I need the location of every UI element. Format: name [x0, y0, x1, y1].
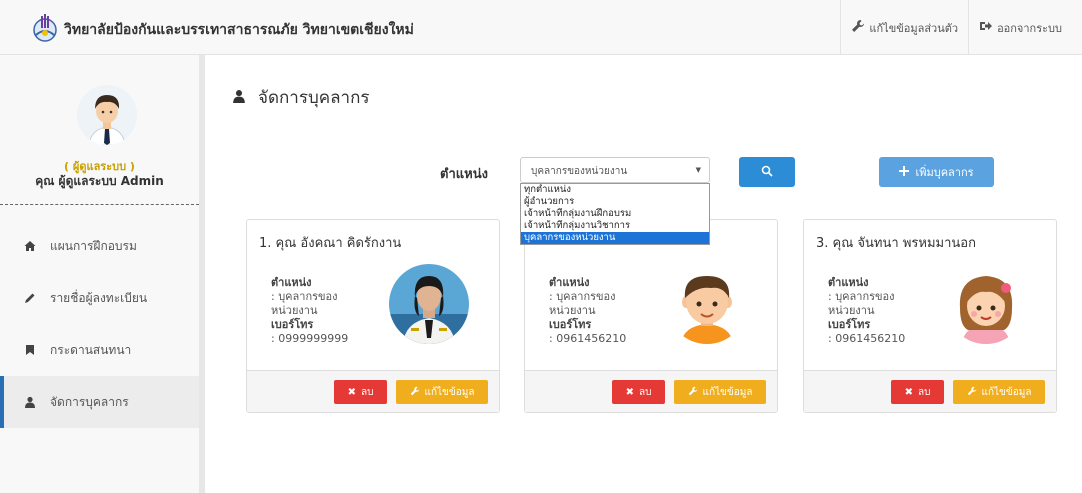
dropdown-option-selected[interactable]: บุคลากรของหน่วยงาน [521, 232, 709, 244]
staff-info: ตำแหน่ง : บุคลากรของ หน่วยงาน เบอร์โทร :… [271, 276, 401, 346]
phone-value: : 0961456210 [828, 332, 906, 345]
staff-card: 1. คุณ อังคณา คิดรักงาน ตำแหน่ง : บุคลาก… [246, 219, 500, 413]
staff-info: ตำแหน่ง : บุคลากรของ หน่วยงาน เบอร์โทร :… [828, 276, 958, 346]
search-button[interactable] [739, 157, 795, 187]
dropdown-option[interactable]: ผู้อำนวยการ [521, 196, 709, 208]
delete-button[interactable]: ✖ ลบ [891, 380, 944, 404]
dropdown-option[interactable]: เจ้าหน้าที่กลุ่มงานวิชาการ [521, 220, 709, 232]
staff-card: 3. คุณ จันทนา พรหมมานอก ตำแหน่ง : บุคลาก… [803, 219, 1057, 413]
plus-icon [899, 165, 910, 179]
delete-button[interactable]: ✖ ลบ [612, 380, 665, 404]
wrench-icon [688, 386, 698, 399]
card-footer: ✖ ลบ แก้ไขข้อมูล [804, 370, 1056, 412]
staff-card: ตำแหน่ง : บุคลากรของ หน่วยงาน เบอร์โทร :… [524, 219, 778, 413]
site-title: วิทยาลัยป้องกันและบรรเทาสาธารณภัย วิทยาเ… [64, 22, 414, 38]
sidebar-item-label: จัดการบุคลากร [50, 394, 129, 409]
delete-button[interactable]: ✖ ลบ [334, 380, 387, 404]
edit-profile-link[interactable]: แก้ไขข้อมูลส่วนตัว [841, 0, 968, 55]
user-icon [232, 88, 246, 108]
edit-button[interactable]: แก้ไขข้อมูล [674, 380, 766, 404]
search-icon [761, 165, 773, 180]
edit-label: แก้ไขข้อมูล [702, 386, 753, 398]
wrench-icon [410, 386, 420, 399]
delete-label: ลบ [360, 386, 374, 398]
sidebar-item-discussion-board[interactable]: กระดานสนทนา [0, 324, 199, 376]
close-icon: ✖ [347, 386, 356, 398]
staff-name: 1. คุณ อังคณา คิดรักงาน [259, 236, 402, 251]
logout-label: ออกจากระบบ [997, 21, 1062, 35]
staff-photo [389, 264, 469, 344]
wrench-icon [851, 19, 865, 36]
position-value-line2: หน่วยงาน [271, 304, 318, 317]
phone-value: : 0999999999 [271, 332, 349, 345]
admin-avatar [77, 85, 137, 145]
position-heading: ตำแหน่ง [549, 276, 590, 289]
wrench-icon [967, 386, 977, 399]
dropdown-option[interactable]: ทุกตำแหน่ง [521, 184, 709, 196]
add-staff-button[interactable]: เพิ่มบุคลากร [879, 157, 994, 187]
top-navbar: วิทยาลัยป้องกันและบรรเทาสาธารณภัย วิทยาเ… [0, 0, 1082, 55]
position-value-line1: : บุคลากรของ [828, 290, 895, 303]
close-icon: ✖ [904, 386, 913, 398]
dropdown-option[interactable]: เจ้าหน้าที่กลุ่มงานฝึกอบรม [521, 208, 709, 220]
edit-button[interactable]: แก้ไขข้อมูล [953, 380, 1045, 404]
sidebar-item-training-plan[interactable]: แผนการฝึกอบรม [0, 220, 199, 272]
logout-link[interactable]: ออกจากระบบ [969, 0, 1072, 55]
phone-heading: เบอร์โทร [549, 318, 592, 331]
close-icon: ✖ [625, 386, 634, 398]
staff-photo [667, 264, 747, 344]
staff-name: 3. คุณ จันทนา พรหมมานอก [816, 236, 976, 251]
position-heading: ตำแหน่ง [828, 276, 869, 289]
sidebar-item-manage-staff[interactable]: จัดการบุคลากร [0, 376, 199, 428]
sidebar-item-registrants[interactable]: รายชื่อผู้ลงทะเบียน [0, 272, 199, 324]
sidebar: ( ผู้ดูแลระบบ ) คุณ ผู้ดูแลระบบ Admin แผ… [0, 55, 205, 493]
user-name: คุณ ผู้ดูแลระบบ Admin [35, 174, 164, 188]
user-icon [24, 396, 36, 408]
delete-label: ลบ [638, 386, 652, 398]
sidebar-item-label: รายชื่อผู้ลงทะเบียน [50, 290, 148, 305]
delete-label: ลบ [917, 386, 931, 398]
sidebar-item-label: แผนการฝึกอบรม [50, 238, 137, 253]
sidebar-menu: แผนการฝึกอบรม รายชื่อผู้ลงทะเบียน กระดาน… [0, 220, 199, 428]
edit-button[interactable]: แก้ไขข้อมูล [396, 380, 488, 404]
position-value-line1: : บุคลากรของ [549, 290, 616, 303]
phone-heading: เบอร์โทร [271, 318, 314, 331]
position-dropdown-list: ทุกตำแหน่ง ผู้อำนวยการ เจ้าหน้าที่กลุ่มง… [520, 183, 710, 245]
phone-value: : 0961456210 [549, 332, 627, 345]
page-title-text: จัดการบุคลากร [258, 88, 370, 108]
card-footer: ✖ ลบ แก้ไขข้อมูล [247, 370, 499, 412]
position-filter-label: ตำแหน่ง [440, 167, 488, 182]
position-value-line1: : บุคลากรของ [271, 290, 338, 303]
college-logo [30, 13, 60, 43]
sidebar-item-label: กระดานสนทนา [50, 342, 132, 357]
position-select[interactable]: บุคลากรของหน่วยงาน ▼ [520, 157, 710, 183]
position-value-line2: หน่วยงาน [549, 304, 596, 317]
home-icon [24, 240, 36, 252]
phone-heading: เบอร์โทร [828, 318, 871, 331]
sign-out-icon [979, 19, 993, 36]
position-value-line2: หน่วยงาน [828, 304, 875, 317]
edit-profile-label: แก้ไขข้อมูลส่วนตัว [869, 21, 959, 35]
top-nav: แก้ไขข้อมูลส่วนตัว ออกจากระบบ [840, 0, 1072, 55]
card-footer: ✖ ลบ แก้ไขข้อมูล [525, 370, 777, 412]
page-title: จัดการบุคลากร [232, 84, 370, 111]
pencil-icon [24, 292, 36, 304]
caret-down-icon: ▼ [695, 166, 701, 174]
staff-info: ตำแหน่ง : บุคลากรของ หน่วยงาน เบอร์โทร :… [549, 276, 679, 346]
position-heading: ตำแหน่ง [271, 276, 312, 289]
add-staff-label: เพิ่มบุคลากร [915, 166, 974, 179]
sidebar-divider [0, 204, 199, 205]
position-select-value: บุคลากรของหน่วยงาน [531, 166, 628, 177]
bookmark-icon [24, 344, 36, 356]
edit-label: แก้ไขข้อมูล [424, 386, 475, 398]
edit-label: แก้ไขข้อมูล [981, 386, 1032, 398]
staff-photo [946, 264, 1026, 344]
